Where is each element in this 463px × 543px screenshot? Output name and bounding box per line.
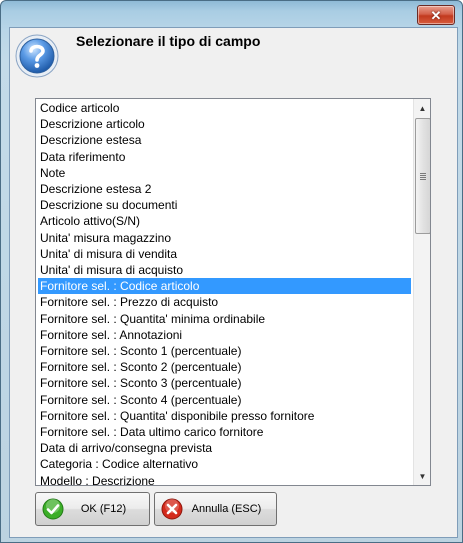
cancel-icon: [161, 498, 183, 520]
list-item[interactable]: Data riferimento: [38, 149, 411, 165]
list-item[interactable]: Note: [38, 165, 411, 181]
list-item[interactable]: Descrizione su documenti: [38, 197, 411, 213]
question-icon: [13, 32, 61, 80]
field-type-listbox[interactable]: Codice articolo Descrizione articolo Descr…: [35, 98, 431, 486]
list-item[interactable]: Fornitore sel. : Sconto 3 (percentuale): [38, 375, 411, 391]
grip-icon: [420, 172, 426, 180]
list-item[interactable]: Fornitore sel. : Sconto 2 (percentuale): [38, 359, 411, 375]
list-item[interactable]: Data di arrivo/consegna prevista: [38, 440, 411, 456]
dialog-window: ✕ Selezionare il tipo di campo Codice ar…: [0, 0, 463, 543]
list-item[interactable]: Categoria : Codice alternativo: [38, 456, 411, 472]
cancel-button[interactable]: Annulla (ESC): [154, 492, 277, 526]
scroll-up-arrow-icon[interactable]: ▲: [415, 100, 430, 116]
check-icon: [42, 498, 64, 520]
list-item[interactable]: Unita' misura magazzino: [38, 230, 411, 246]
list-item[interactable]: Descrizione estesa: [38, 132, 411, 148]
dialog-client-area: Selezionare il tipo di campo Codice arti…: [9, 27, 458, 538]
list-item[interactable]: Articolo attivo(S/N): [38, 213, 411, 229]
list-items-container: Codice articolo Descrizione articolo Descr…: [36, 99, 413, 485]
cancel-button-label: Annulla (ESC): [191, 503, 262, 515]
list-item[interactable]: Fornitore sel. : Codice articolo: [38, 278, 411, 295]
list-item[interactable]: Fornitore sel. : Data ultimo carico forn…: [38, 424, 411, 440]
window-close-button[interactable]: ✕: [417, 5, 455, 25]
close-icon: ✕: [430, 7, 442, 23]
dialog-title: Selezionare il tipo di campo: [76, 33, 261, 49]
list-item[interactable]: Unita' di misura di vendita: [38, 246, 411, 262]
list-item[interactable]: Unita' di misura di acquisto: [38, 262, 411, 278]
list-item[interactable]: Fornitore sel. : Annotazioni: [38, 327, 411, 343]
list-item[interactable]: Descrizione articolo: [38, 116, 411, 132]
list-item[interactable]: Modello : Descrizione: [38, 473, 411, 485]
list-item[interactable]: Codice articolo: [38, 100, 411, 116]
list-item[interactable]: Fornitore sel. : Sconto 1 (percentuale): [38, 343, 411, 359]
list-item[interactable]: Fornitore sel. : Quantita' disponibile p…: [38, 408, 411, 424]
list-item[interactable]: Fornitore sel. : Quantita' minima ordina…: [38, 311, 411, 327]
list-scrollbar[interactable]: ▲ ▼: [413, 99, 430, 485]
scroll-thumb[interactable]: [415, 118, 430, 234]
ok-button[interactable]: OK (F12): [35, 492, 150, 526]
list-item[interactable]: Fornitore sel. : Sconto 4 (percentuale): [38, 392, 411, 408]
list-item[interactable]: Fornitore sel. : Prezzo di acquisto: [38, 294, 411, 310]
list-item[interactable]: Descrizione estesa 2: [38, 181, 411, 197]
ok-button-label: OK (F12): [80, 503, 127, 515]
scroll-down-arrow-icon[interactable]: ▼: [415, 468, 430, 484]
